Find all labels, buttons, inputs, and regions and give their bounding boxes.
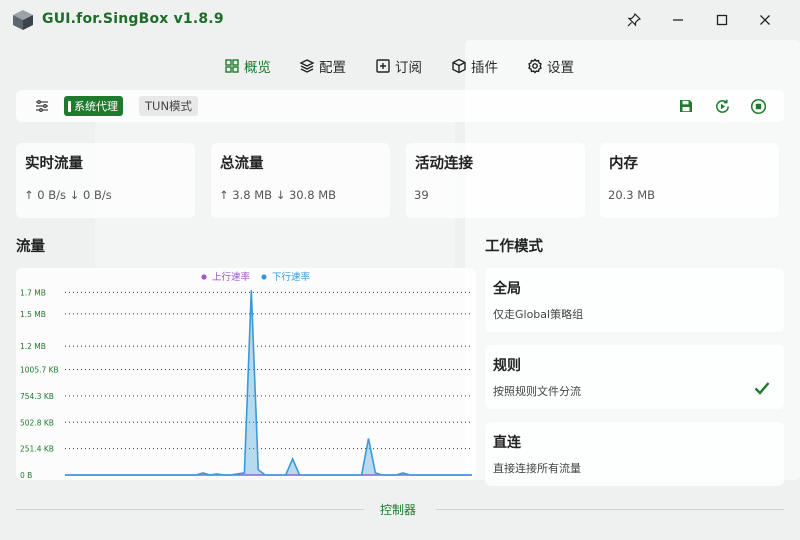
stat-title: 实时流量 bbox=[25, 156, 83, 172]
mode-option-rule[interactable]: 规则 按照规则文件分流 bbox=[485, 345, 784, 409]
title-bar: GUI.for.SingBox v1.8.9 bbox=[0, 0, 800, 40]
stat-title: 活动连接 bbox=[415, 156, 473, 172]
stat-value: 39 bbox=[414, 188, 429, 202]
stat-card-total-traffic: 总流量 ↑ 3.8 MB ↓ 30.8 MB bbox=[211, 143, 390, 218]
legend-swatch bbox=[201, 274, 207, 280]
stat-card-memory: 内存 20.3 MB bbox=[600, 143, 779, 218]
mode-description: 直接连接所有流量 bbox=[493, 462, 581, 475]
y-tick-label: 1005.7 KB bbox=[20, 365, 59, 374]
y-tick-label: 1.5 MB bbox=[20, 310, 46, 319]
tab-settings[interactable]: 设置 bbox=[527, 54, 574, 78]
minimize-button[interactable] bbox=[665, 8, 691, 32]
stop-button[interactable] bbox=[748, 96, 768, 116]
add-box-icon bbox=[376, 59, 390, 73]
stat-title: 内存 bbox=[609, 156, 638, 172]
y-tick-label: 1.7 MB bbox=[20, 288, 46, 297]
tab-plugins[interactable]: 插件 bbox=[451, 54, 498, 78]
tab-label: 设置 bbox=[547, 60, 574, 76]
legend-swatch bbox=[261, 274, 267, 280]
tab-label: 配置 bbox=[319, 60, 346, 76]
traffic-chart: 0 B 251.4 KB 502.8 KB 754.3 KB 1005.7 KB 1.2 … bbox=[16, 268, 476, 480]
traffic-section-title: 流量 bbox=[16, 239, 45, 255]
close-button[interactable] bbox=[752, 8, 778, 32]
tab-profiles[interactable]: 配置 bbox=[299, 54, 346, 78]
app-logo-icon bbox=[13, 10, 33, 30]
system-proxy-toggle[interactable]: 系统代理 bbox=[64, 96, 123, 116]
sliders-icon bbox=[36, 100, 48, 112]
package-icon bbox=[452, 58, 466, 74]
stat-card-realtime-traffic: 实时流量 ↑ 0 B/s ↓ 0 B/s bbox=[16, 143, 195, 218]
tab-overview[interactable]: 概览 bbox=[224, 54, 271, 78]
tab-label: 概览 bbox=[244, 60, 271, 76]
footer-divider bbox=[436, 509, 784, 510]
save-button[interactable] bbox=[676, 96, 696, 116]
legend-label: 下行速率 bbox=[272, 271, 311, 283]
tun-mode-toggle[interactable]: TUN模式 bbox=[139, 96, 199, 116]
sliders-button[interactable] bbox=[32, 96, 52, 116]
pin-button[interactable] bbox=[621, 8, 647, 32]
tab-label: 插件 bbox=[471, 60, 498, 76]
series-area bbox=[65, 290, 472, 475]
save-icon bbox=[680, 100, 692, 112]
tab-subscriptions[interactable]: 订阅 bbox=[375, 54, 422, 78]
mode-description: 按照规则文件分流 bbox=[493, 385, 581, 398]
main-nav: 概览 配置 订阅 插件 设置 bbox=[0, 54, 800, 78]
system-proxy-label: 系统代理 bbox=[74, 100, 118, 113]
stop-icon bbox=[750, 98, 766, 114]
legend-label: 上行速率 bbox=[212, 271, 251, 283]
traffic-chart-svg: 0 B 251.4 KB 502.8 KB 754.3 KB 1005.7 KB 1.2 … bbox=[20, 271, 472, 480]
settings-icon bbox=[528, 58, 542, 74]
y-tick-label: 502.8 KB bbox=[20, 418, 54, 427]
stat-card-active-connections[interactable]: 活动连接 39 bbox=[406, 143, 585, 218]
mode-section-title: 工作模式 bbox=[485, 239, 543, 255]
series-line bbox=[65, 290, 472, 476]
close-icon bbox=[760, 15, 770, 25]
pin-icon bbox=[627, 13, 641, 27]
stat-value: ↑ 3.8 MB ↓ 30.8 MB bbox=[219, 188, 337, 202]
y-tick-label: 251.4 KB bbox=[20, 445, 54, 454]
mode-option-direct[interactable]: 直连 直接连接所有流量 bbox=[485, 422, 784, 486]
mode-title: 规则 bbox=[493, 358, 521, 374]
mode-description: 仅走Global策略组 bbox=[493, 308, 584, 321]
layers-icon bbox=[299, 59, 315, 73]
grid-icon bbox=[225, 59, 239, 73]
stat-value: ↑ 0 B/s ↓ 0 B/s bbox=[24, 188, 112, 202]
maximize-button[interactable] bbox=[709, 8, 735, 32]
mode-title: 全局 bbox=[493, 281, 521, 297]
stat-title: 总流量 bbox=[220, 156, 264, 172]
y-tick-label: 0 B bbox=[20, 471, 32, 480]
footer-divider bbox=[16, 509, 364, 510]
tun-mode-label: TUN模式 bbox=[145, 99, 193, 113]
controller-toggle[interactable]: 控制器 bbox=[380, 501, 416, 518]
app-title: GUI.for.SingBox v1.8.9 bbox=[42, 11, 224, 27]
y-tick-label: 1.2 MB bbox=[20, 342, 46, 351]
tab-label: 订阅 bbox=[395, 60, 422, 76]
maximize-icon bbox=[716, 14, 728, 26]
check-icon bbox=[754, 382, 770, 395]
stat-value: 20.3 MB bbox=[608, 188, 656, 202]
minimize-icon bbox=[673, 19, 683, 21]
proxy-toolbar: 系统代理 TUN模式 bbox=[16, 90, 784, 122]
y-tick-label: 754.3 KB bbox=[20, 392, 54, 401]
mode-option-global[interactable]: 全局 仅走Global策略组 bbox=[485, 268, 784, 332]
restart-icon bbox=[715, 99, 729, 113]
restart-button[interactable] bbox=[712, 96, 732, 116]
toggle-indicator bbox=[68, 100, 71, 112]
mode-title: 直连 bbox=[493, 435, 521, 451]
